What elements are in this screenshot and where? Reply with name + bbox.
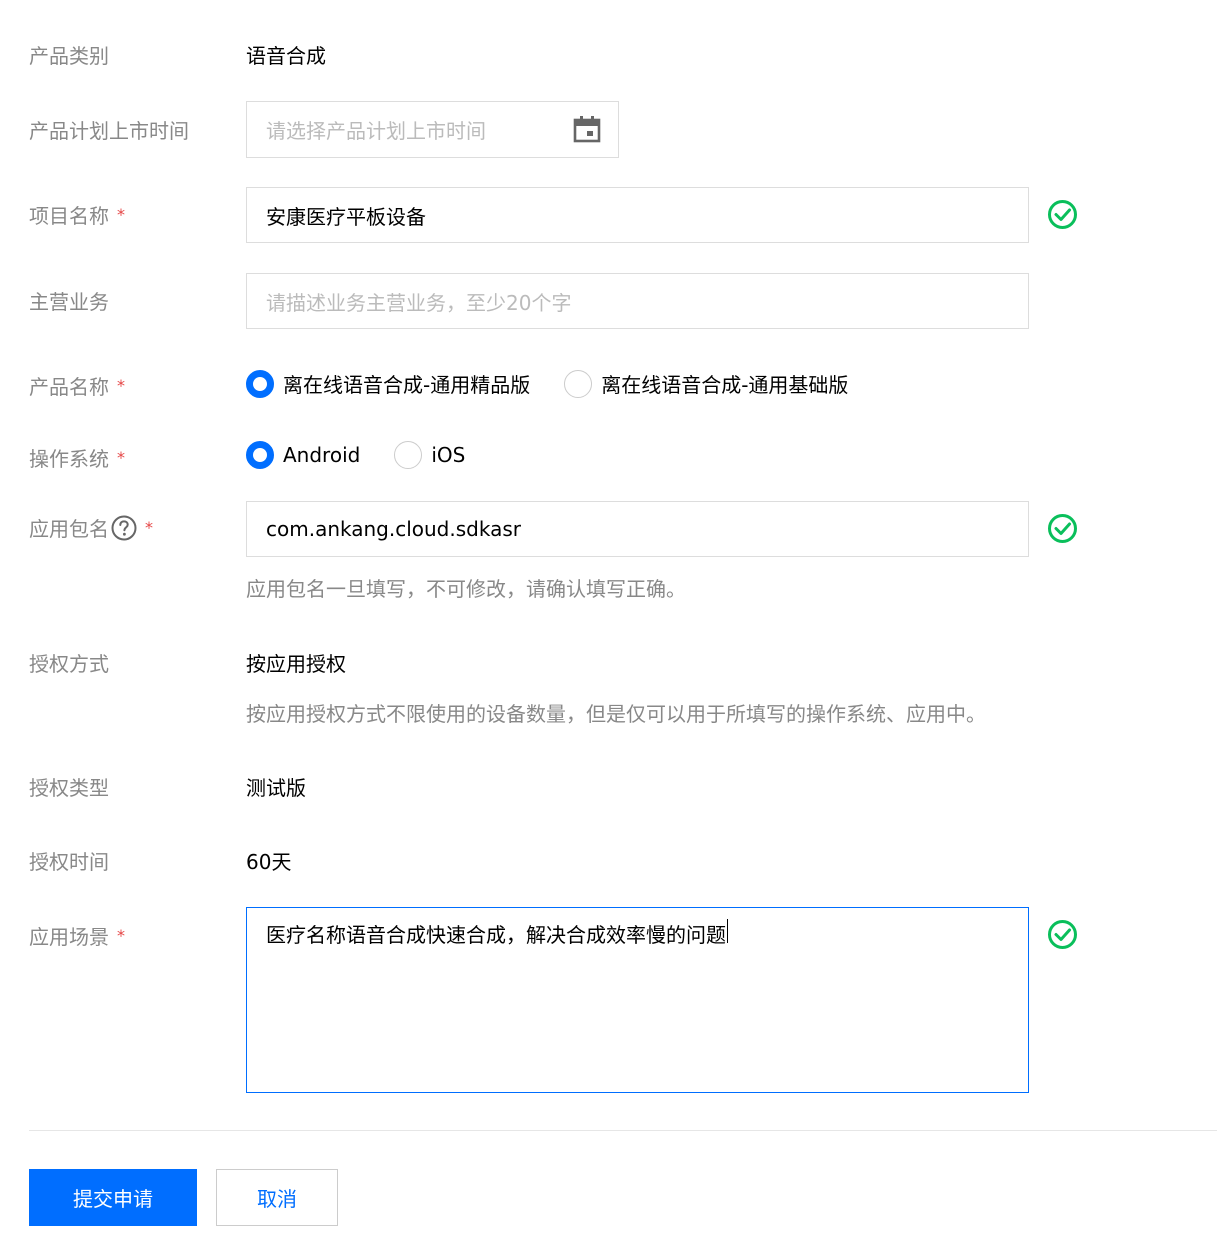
radio-ios-label: iOS (431, 443, 466, 467)
launch-time-label: 产品计划上市时间 (29, 119, 189, 143)
scenario-textarea[interactable]: 医疗名称语音合成快速合成，解决合成效率慢的问题 (246, 907, 1029, 1093)
package-name-hint: 应用包名一旦填写，不可修改，请确认填写正确。 (246, 577, 686, 601)
radio-android-label: Android (283, 443, 361, 467)
text-caret (727, 919, 728, 943)
radio-premium-edition[interactable]: 离在线语音合成-通用精品版 (246, 369, 530, 398)
project-name-input[interactable]: 安康医疗平板设备 (246, 187, 1029, 243)
auth-method-hint: 按应用授权方式不限使用的设备数量，但是仅可以用于所填写的操作系统、应用中。 (246, 702, 986, 726)
auth-type-value: 测试版 (246, 776, 306, 800)
scenario-text: 医疗名称语音合成快速合成，解决合成效率慢的问题 (266, 923, 726, 947)
product-category-label: 产品类别 (29, 44, 109, 68)
radio-unchecked-indicator[interactable] (564, 369, 593, 398)
auth-method-value: 按应用授权 (246, 652, 346, 676)
product-category-value: 语音合成 (246, 44, 326, 68)
radio-unchecked-indicator[interactable] (394, 441, 423, 469)
main-business-label: 主营业务 (29, 290, 109, 314)
launch-time-placeholder: 请选择产品计划上市时间 (266, 119, 486, 143)
product-name-label: 产品名称 * (29, 375, 125, 399)
auth-time-label: 授权时间 (29, 850, 109, 874)
form-divider (29, 1130, 1217, 1131)
calendar-icon[interactable] (572, 114, 602, 144)
main-business-input[interactable]: 请描述业务主营业务，至少20个字 (246, 273, 1029, 329)
cancel-button[interactable]: 取消 (216, 1169, 338, 1226)
submit-button[interactable]: 提交申请 (29, 1169, 197, 1226)
auth-time-value: 60天 (246, 850, 292, 874)
question-circle-icon[interactable] (111, 515, 137, 541)
radio-checked-indicator[interactable] (246, 369, 274, 398)
auth-method-label: 授权方式 (29, 652, 109, 676)
project-name-label: 项目名称 * (29, 204, 125, 228)
auth-type-label: 授权类型 (29, 776, 109, 800)
radio-checked-indicator[interactable] (246, 441, 274, 469)
package-name-input[interactable]: com.ankang.cloud.sdkasr (246, 501, 1029, 557)
package-name-label: 应用包名 * (29, 513, 153, 542)
radio-android[interactable]: Android (246, 441, 360, 469)
check-circle-icon (1048, 200, 1077, 229)
check-circle-icon (1048, 514, 1077, 543)
check-circle-icon (1048, 920, 1077, 949)
product-name-radio-group: 离在线语音合成-通用精品版 离在线语音合成-通用基础版 (246, 369, 882, 398)
radio-premium-label: 离在线语音合成-通用精品版 (283, 373, 531, 397)
radio-ios[interactable]: iOS (394, 441, 465, 469)
os-label: 操作系统 * (29, 447, 125, 471)
launch-time-datepicker[interactable]: 请选择产品计划上市时间 (246, 101, 619, 158)
os-radio-group: Android iOS (246, 441, 499, 469)
radio-basic-label: 离在线语音合成-通用基础版 (601, 373, 849, 397)
radio-basic-edition[interactable]: 离在线语音合成-通用基础版 (564, 369, 848, 398)
scenario-label: 应用场景 * (29, 925, 125, 949)
